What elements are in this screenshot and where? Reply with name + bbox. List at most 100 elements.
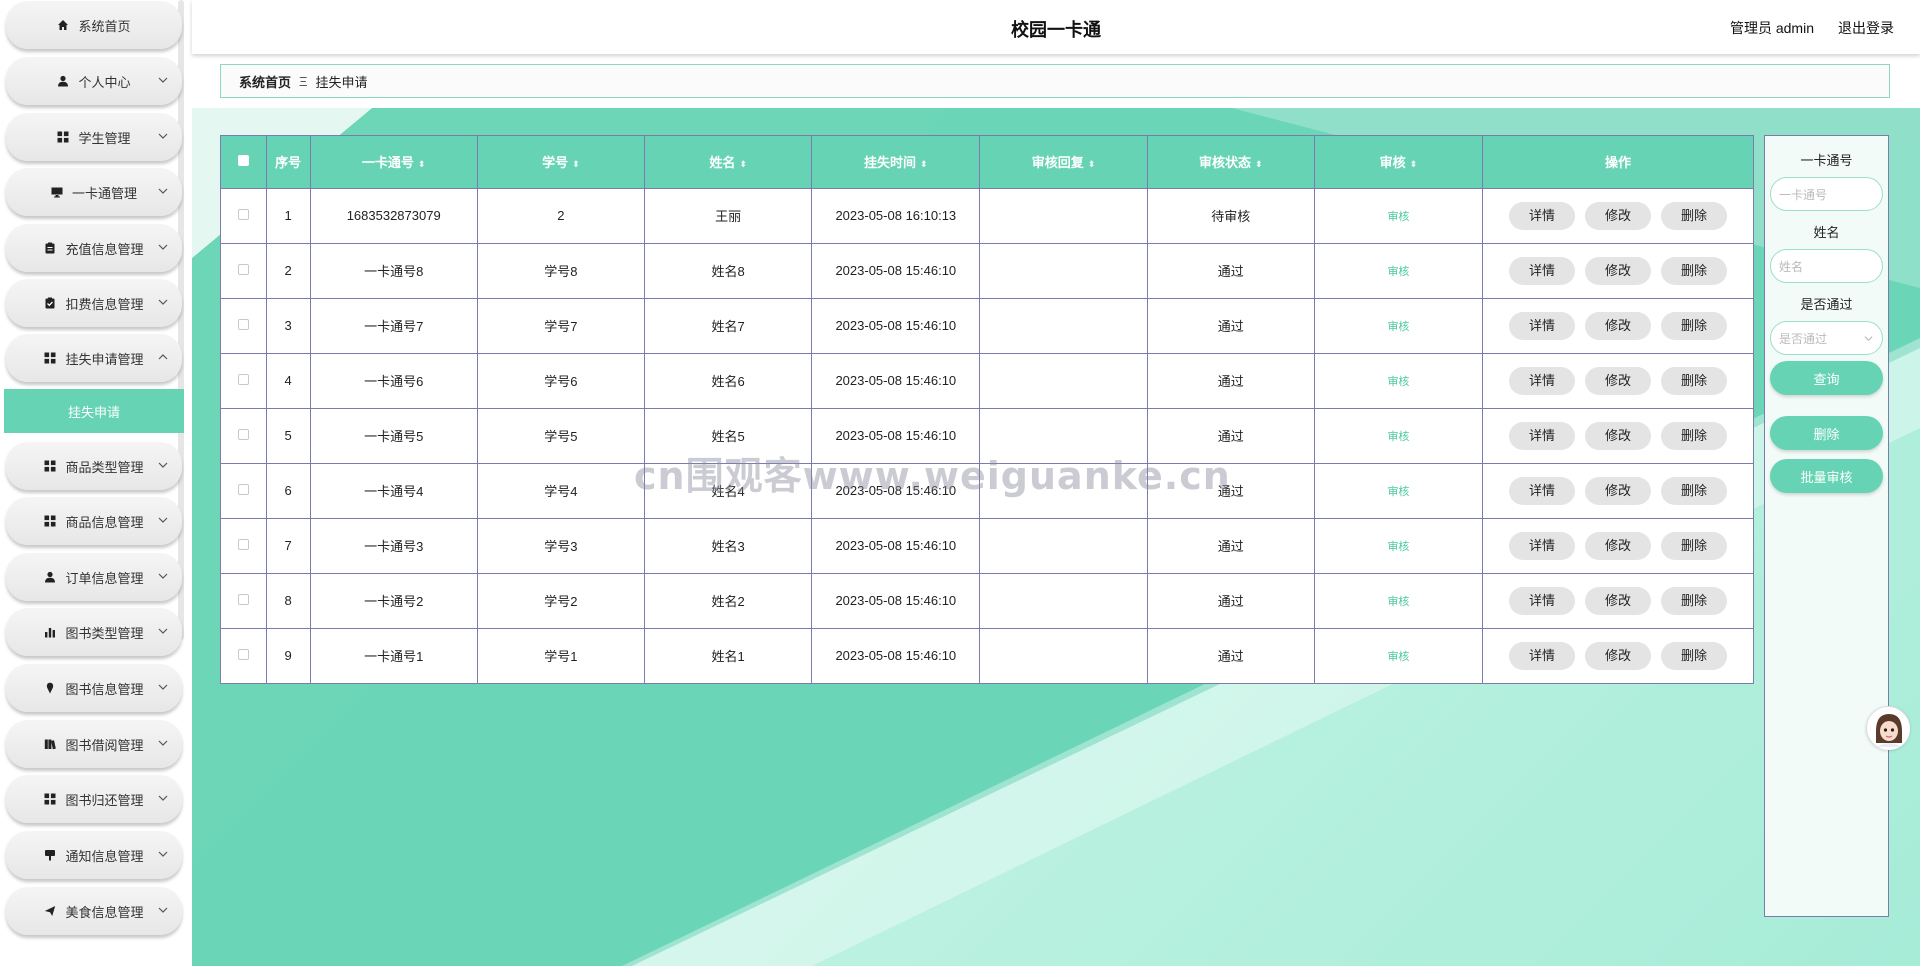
sidebar-item[interactable]: 学生管理 (6, 113, 182, 161)
detail-button[interactable]: 详情 (1509, 201, 1576, 230)
pass-select[interactable]: 是否通过 (1770, 321, 1883, 355)
grid-icon (44, 352, 56, 364)
row-checkbox[interactable] (237, 594, 249, 605)
query-button[interactable]: 查询 (1770, 361, 1883, 395)
select-all-checkbox[interactable] (237, 155, 249, 167)
edit-button[interactable]: 修改 (1585, 641, 1652, 670)
audit-link[interactable]: 审核 (1387, 651, 1409, 663)
row-checkbox[interactable] (237, 429, 249, 440)
card-search-input[interactable]: 一卡通号 (1770, 177, 1883, 211)
assistant-avatar[interactable] (1866, 706, 1910, 750)
sidebar-item[interactable]: 图书借阅管理 (6, 720, 182, 768)
sidebar-item[interactable]: 订单信息管理 (6, 553, 182, 601)
delete-row-button[interactable]: 删除 (1661, 201, 1728, 230)
row-checkbox[interactable] (237, 649, 249, 661)
edit-button[interactable]: 修改 (1585, 201, 1652, 230)
delete-row-button[interactable]: 删除 (1661, 366, 1728, 395)
table-header-row: 序号 一卡通号 ⬍ 学号 ⬍ 姓名 ⬍ 挂失时间 ⬍ 审核回复 ⬍ 审核状态 ⬍ 审核 ⬍ 操… (221, 136, 1753, 188)
sidebar-subitem-loss-report[interactable]: 挂失申请 (4, 389, 184, 433)
card-search-placeholder: 一卡通号 (1779, 187, 1828, 202)
delete-row-button[interactable]: 删除 (1661, 421, 1728, 450)
detail-button[interactable]: 详情 (1509, 586, 1576, 615)
cell-actions: 详情 修改 删除 (1482, 517, 1753, 573)
sidebar-item[interactable]: 充值信息管理 (6, 224, 182, 272)
delete-row-button[interactable]: 删除 (1661, 641, 1728, 670)
sidebar-scrollbar[interactable] (178, 0, 184, 640)
edit-button[interactable]: 修改 (1585, 586, 1652, 615)
col-header[interactable]: 学号 ⬍ (477, 136, 646, 188)
logout-link[interactable]: 退出登录 (1838, 18, 1894, 38)
row-checkbox[interactable] (237, 539, 249, 550)
sidebar-item[interactable]: 一卡通管理 (6, 168, 182, 216)
detail-button[interactable]: 详情 (1509, 531, 1576, 560)
search-panel: 一卡通号 一卡通号 姓名 姓名 是否通过 是否通过 查询 删除 批量审核 (1764, 135, 1889, 917)
sidebar-item[interactable]: 系统首页 (6, 1, 182, 49)
breadcrumb: 系统首页 Ξ 挂失申请 (220, 64, 1890, 98)
col-header[interactable]: 审核状态 ⬍ (1147, 136, 1315, 188)
sidebar-item[interactable]: 商品信息管理 (6, 497, 182, 545)
edit-button[interactable]: 修改 (1585, 421, 1652, 450)
delete-row-button[interactable]: 删除 (1661, 256, 1728, 285)
delete-row-button[interactable]: 删除 (1661, 586, 1728, 615)
audit-link[interactable]: 审核 (1387, 376, 1409, 388)
row-select-cell (221, 407, 267, 463)
row-checkbox[interactable] (237, 209, 249, 220)
detail-button[interactable]: 详情 (1509, 256, 1576, 285)
delete-row-button[interactable]: 删除 (1661, 311, 1728, 340)
col-header[interactable]: 挂失时间 ⬍ (811, 136, 981, 188)
home-icon (57, 19, 69, 31)
col-header[interactable]: 审核回复 ⬍ (979, 136, 1148, 188)
detail-button[interactable]: 详情 (1509, 311, 1576, 340)
sort-icon[interactable]: ⬍ (1410, 159, 1418, 169)
col-header: 序号 (266, 136, 311, 188)
detail-button[interactable]: 详情 (1509, 421, 1576, 450)
detail-button[interactable]: 详情 (1509, 476, 1576, 505)
breadcrumb-home[interactable]: 系统首页 (239, 72, 291, 91)
col-header[interactable]: 审核 ⬍ (1314, 136, 1484, 188)
row-checkbox[interactable] (237, 374, 249, 385)
edit-button[interactable]: 修改 (1585, 531, 1652, 560)
batch-audit-button[interactable]: 批量审核 (1770, 459, 1883, 493)
edit-button[interactable]: 修改 (1585, 476, 1652, 505)
col-header[interactable]: 姓名 ⬍ (644, 136, 813, 188)
cell-student-id: 学号2 (477, 572, 646, 628)
edit-button[interactable]: 修改 (1585, 366, 1652, 395)
row-checkbox[interactable] (237, 319, 249, 330)
edit-button[interactable]: 修改 (1585, 311, 1652, 340)
sort-icon[interactable]: ⬍ (739, 159, 747, 169)
detail-button[interactable]: 详情 (1509, 641, 1576, 670)
row-checkbox[interactable] (237, 264, 249, 275)
sidebar-item[interactable]: 商品类型管理 (6, 442, 182, 490)
audit-link[interactable]: 审核 (1387, 431, 1409, 443)
delete-row-button[interactable]: 删除 (1661, 476, 1728, 505)
sidebar-item[interactable]: 个人中心 (6, 57, 182, 105)
sidebar-item[interactable]: 扣费信息管理 (6, 279, 182, 327)
sort-icon[interactable]: ⬍ (418, 159, 426, 169)
cell-reply (979, 572, 1148, 628)
sidebar-item-label: 商品类型管理 (65, 459, 144, 475)
sort-icon[interactable]: ⬍ (572, 159, 580, 169)
sidebar-item-label: 学生管理 (78, 130, 131, 146)
audit-link[interactable]: 审核 (1387, 321, 1409, 333)
audit-link[interactable]: 审核 (1387, 211, 1409, 223)
sidebar-item[interactable]: 图书类型管理 (6, 608, 182, 656)
audit-link[interactable]: 审核 (1387, 266, 1409, 278)
sidebar-item[interactable]: 图书信息管理 (6, 664, 182, 712)
delete-row-button[interactable]: 删除 (1661, 531, 1728, 560)
audit-link[interactable]: 审核 (1387, 596, 1409, 608)
sidebar-item[interactable]: 通知信息管理 (6, 831, 182, 879)
sort-icon[interactable]: ⬍ (920, 159, 928, 169)
row-checkbox[interactable] (237, 484, 249, 495)
edit-button[interactable]: 修改 (1585, 256, 1652, 285)
sort-icon[interactable]: ⬍ (1255, 159, 1263, 169)
delete-button[interactable]: 删除 (1770, 416, 1883, 450)
audit-link[interactable]: 审核 (1387, 541, 1409, 553)
sidebar-item[interactable]: 图书归还管理 (6, 775, 182, 823)
sidebar-item[interactable]: 美食信息管理 (6, 887, 182, 935)
detail-button[interactable]: 详情 (1509, 366, 1576, 395)
sort-icon[interactable]: ⬍ (1088, 159, 1096, 169)
audit-link[interactable]: 审核 (1387, 486, 1409, 498)
name-search-input[interactable]: 姓名 (1770, 249, 1883, 283)
col-header[interactable]: 一卡通号 ⬍ (310, 136, 478, 188)
sidebar-item[interactable]: 挂失申请管理 (6, 334, 182, 382)
